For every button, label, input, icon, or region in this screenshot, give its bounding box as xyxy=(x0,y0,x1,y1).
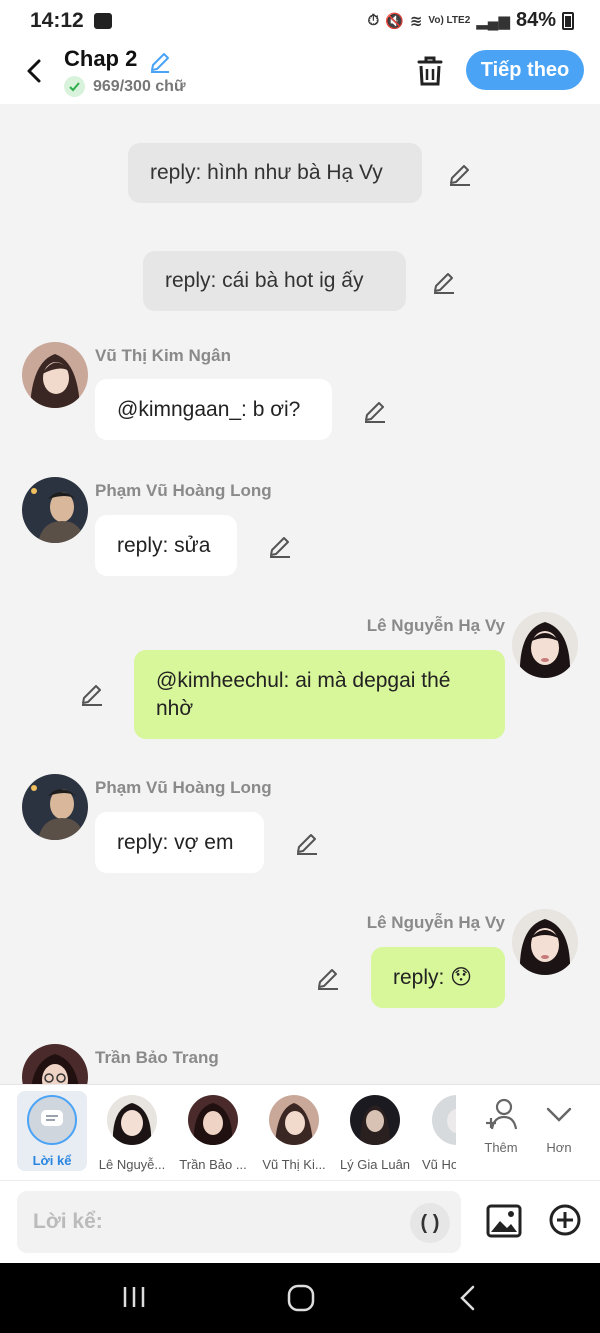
character-item[interactable]: Trần Bảo ... xyxy=(173,1093,253,1172)
sender-name: Phạm Vũ Hoàng Long xyxy=(95,778,272,797)
avatar[interactable] xyxy=(22,774,88,840)
edit-message-icon[interactable] xyxy=(431,269,457,295)
character-name: Lê Nguyễ... xyxy=(98,1157,166,1172)
battery-icon xyxy=(562,11,574,30)
add-person-icon xyxy=(486,1098,518,1130)
edit-message-icon[interactable] xyxy=(362,398,388,424)
trash-icon[interactable] xyxy=(414,54,446,88)
character-name: Vũ Thị Ki... xyxy=(262,1157,326,1172)
chapter-header: Chap 2 969/300 chữ Tiếp theo xyxy=(0,44,600,104)
title-wrap: Chap 2 xyxy=(64,46,172,74)
edit-message-icon[interactable] xyxy=(267,533,293,559)
character-name: Vũ Hơ xyxy=(422,1157,456,1172)
message-bubble[interactable]: reply: sửa xyxy=(95,515,237,576)
sender-name: Lê Nguyễn Hạ Vy xyxy=(366,616,505,635)
battery-percent: 84% xyxy=(515,9,556,31)
recent-apps-icon[interactable] xyxy=(120,1283,148,1311)
status-time: 14:12 xyxy=(30,9,84,32)
edit-message-icon[interactable] xyxy=(79,681,105,707)
edit-title-icon[interactable] xyxy=(148,50,172,74)
character-name: Lý Gia Luân xyxy=(339,1157,411,1172)
character-item[interactable]: Vũ Hơ xyxy=(414,1093,456,1172)
avatar[interactable] xyxy=(512,612,578,678)
edit-message-icon[interactable] xyxy=(447,161,473,187)
next-chapter-button[interactable]: Tiếp theo xyxy=(466,50,584,90)
word-count-text: 969/300 chữ xyxy=(93,77,186,95)
narrator-label: Lời kể xyxy=(32,1153,72,1168)
network-label: Vo) LTE2 xyxy=(428,14,471,26)
add-label: Thêm xyxy=(484,1140,518,1155)
sender-name: Trần Bảo Trang xyxy=(95,1048,219,1067)
status-right: ⏱ 🔇 ≋ Vo) LTE2 ▂▄▆ 84% xyxy=(367,9,574,32)
signal-icon: ▂▄▆ xyxy=(476,12,510,30)
edit-message-icon[interactable] xyxy=(315,965,341,991)
system-nav-bar xyxy=(0,1263,600,1333)
sender-name: Lê Nguyễn Hạ Vy xyxy=(366,913,505,932)
narrator-selector[interactable]: Lời kể xyxy=(17,1091,87,1171)
avatar[interactable] xyxy=(22,1044,88,1084)
narration-bubble[interactable]: reply: cái bà hot ig ấy xyxy=(143,251,406,311)
word-count: 969/300 chữ xyxy=(64,76,186,97)
image-icon[interactable] xyxy=(486,1203,522,1239)
narrator-chat-icon xyxy=(27,1095,77,1145)
character-bar: Lời kể Lê Nguyễ... Trần Bảo ... Vũ Thị K… xyxy=(0,1084,600,1180)
parentheses-button[interactable]: ( ) xyxy=(410,1203,450,1243)
narration-bubble[interactable]: reply: hình như bà Hạ Vy xyxy=(128,143,422,203)
message-bubble[interactable]: @kimngaan_: b ơi? xyxy=(95,379,332,440)
chevron-down-icon xyxy=(546,1107,572,1122)
add-circle-icon[interactable] xyxy=(548,1203,582,1237)
gallery-notification-icon xyxy=(94,13,112,29)
avatar[interactable] xyxy=(22,477,88,543)
mute-icon: 🔇 xyxy=(385,12,404,30)
back-arrow-icon[interactable] xyxy=(20,56,50,86)
character-item[interactable]: Vũ Thị Ki... xyxy=(254,1093,334,1172)
status-bar: 14:12 ⏱ 🔇 ≋ Vo) LTE2 ▂▄▆ 84% xyxy=(0,0,600,44)
character-item[interactable]: Lý Gia Luân xyxy=(335,1093,415,1172)
add-character-button[interactable]: Thêm xyxy=(473,1097,529,1155)
message-bubble[interactable]: reply: vợ em xyxy=(95,812,264,873)
avatar[interactable] xyxy=(22,342,88,408)
input-placeholder: Lời kể: xyxy=(33,1210,103,1233)
character-name: Trần Bảo ... xyxy=(179,1157,247,1172)
character-item[interactable]: Lê Nguyễ... xyxy=(92,1093,172,1172)
sender-name: Vũ Thị Kim Ngân xyxy=(95,346,231,365)
home-icon[interactable] xyxy=(286,1283,316,1313)
check-icon xyxy=(64,76,85,97)
chapter-title[interactable]: Chap 2 xyxy=(64,46,137,71)
message-input[interactable]: Lời kể: ( ) xyxy=(17,1191,461,1253)
character-avatar xyxy=(269,1095,319,1145)
avatar[interactable] xyxy=(512,909,578,975)
character-avatar xyxy=(188,1095,238,1145)
wifi-icon: ≋ xyxy=(409,12,423,30)
sender-name: Phạm Vũ Hoàng Long xyxy=(95,481,272,500)
chat-area[interactable]: reply: hình như bà Hạ Vy reply: cái bà h… xyxy=(0,104,600,1084)
edit-message-icon[interactable] xyxy=(294,830,320,856)
message-bubble[interactable]: reply: 😯 xyxy=(371,947,505,1008)
message-bubble[interactable]: @kimheechul: ai mà depgai thé nhờ xyxy=(134,650,505,739)
alarm-icon: ⏱ xyxy=(367,12,380,29)
character-avatar xyxy=(107,1095,157,1145)
input-bar: Lời kể: ( ) xyxy=(0,1180,600,1263)
character-avatar xyxy=(350,1095,400,1145)
back-icon[interactable] xyxy=(455,1283,481,1313)
more-label: Hơn xyxy=(546,1140,572,1155)
more-characters-button[interactable]: Hơn xyxy=(531,1097,587,1155)
character-avatar xyxy=(432,1095,456,1145)
